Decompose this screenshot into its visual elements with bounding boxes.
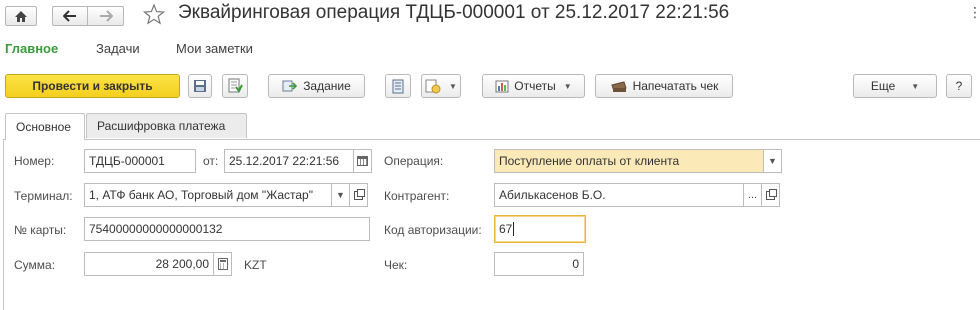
list-document-icon <box>392 79 404 93</box>
page-title: Эквайринговая операция ТДЦБ-000001 от 25… <box>178 2 730 23</box>
section-notes[interactable]: Мои заметки <box>176 41 253 56</box>
document-post-icon <box>228 78 243 93</box>
operation-dropdown-button[interactable]: ▼ <box>764 149 782 173</box>
arrow-left-icon <box>63 10 76 22</box>
open-form-icon <box>766 188 777 200</box>
sum-label: Сумма: <box>14 258 56 272</box>
structure-button[interactable] <box>385 74 411 98</box>
counterparty-select-button[interactable]: ... <box>744 183 762 207</box>
open-form-icon <box>354 188 365 200</box>
receipt-field[interactable]: 0 <box>494 252 584 276</box>
print-receipt-button[interactable]: Напечатать чек <box>595 74 733 98</box>
help-button[interactable]: ? <box>946 74 972 98</box>
chevron-down-icon: ▼ <box>563 81 572 91</box>
counterparty-open-button[interactable] <box>762 183 780 207</box>
terminal-dropdown-button[interactable]: ▼ <box>332 183 350 207</box>
currency-label: KZT <box>244 258 267 272</box>
more-button[interactable]: Еще ▼ <box>853 74 937 98</box>
terminal-field[interactable]: 1, АТФ банк АО, Торговый дом "Жастар" <box>84 183 332 207</box>
home-button[interactable] <box>5 6 37 26</box>
tab-main[interactable]: Основное <box>5 113 85 140</box>
vertical-dots-icon[interactable]: ⋮ <box>968 4 980 21</box>
chevron-down-icon: ▼ <box>911 81 920 91</box>
operation-label: Операция: <box>384 154 444 168</box>
panel-border <box>3 139 4 310</box>
calendar-icon <box>357 156 368 166</box>
chevron-down-icon: ▼ <box>336 190 345 200</box>
tab-payment-details[interactable]: Расшифровка платежа <box>86 113 247 138</box>
date-field[interactable]: 25.12.2017 22:21:56 <box>224 149 354 173</box>
terminal-label: Терминал: <box>14 189 73 203</box>
back-button[interactable] <box>52 6 88 26</box>
arrow-right-icon <box>99 10 113 22</box>
post-and-close-button[interactable]: Провести и закрыть <box>5 74 180 98</box>
forward-button[interactable] <box>88 6 124 26</box>
card-number-field[interactable]: 75400000000000000132 <box>84 217 370 241</box>
number-field[interactable]: ТДЦБ-000001 <box>84 149 196 173</box>
auth-code-value: 67 <box>499 222 513 236</box>
chevron-down-icon: ▼ <box>768 156 777 166</box>
bar-chart-icon <box>495 80 509 92</box>
section-main[interactable]: Главное <box>5 41 58 56</box>
ellipsis-icon: ... <box>747 189 758 201</box>
card-number-label: № карты: <box>14 223 67 237</box>
counterparty-label: Контрагент: <box>384 189 450 203</box>
auth-code-field[interactable]: 67 <box>494 215 586 243</box>
receipt-label: Чек: <box>384 258 408 272</box>
task-button[interactable]: Задание <box>268 74 365 98</box>
tab-divider <box>3 139 980 140</box>
reports-button[interactable]: Отчеты ▼ <box>482 74 585 98</box>
sum-field[interactable]: 28 200,00 <box>84 252 214 276</box>
task-button-label: Задание <box>303 79 351 93</box>
calculator-icon <box>217 258 228 270</box>
post-document-button[interactable] <box>222 74 248 98</box>
date-label: от: <box>203 154 219 168</box>
counterparty-field[interactable]: Абилькасенов Б.О. <box>494 183 744 207</box>
number-label: Номер: <box>14 154 55 168</box>
save-button[interactable] <box>188 74 212 98</box>
create-based-on-button[interactable]: ▼ <box>421 74 461 98</box>
text-caret <box>513 222 515 236</box>
auth-code-label: Код авторизации: <box>384 223 482 237</box>
chevron-down-icon: ▼ <box>449 81 457 91</box>
task-icon <box>282 80 298 92</box>
terminal-open-button[interactable] <box>350 183 368 207</box>
section-tasks[interactable]: Задачи <box>96 41 140 56</box>
calculator-button[interactable] <box>214 252 232 276</box>
print-receipt-label: Напечатать чек <box>632 79 719 93</box>
cash-register-icon <box>610 80 627 92</box>
floppy-disk-icon <box>194 80 206 92</box>
calendar-button[interactable] <box>354 149 372 173</box>
create-based-on-icon <box>425 79 441 93</box>
more-button-label: Еще <box>870 79 896 93</box>
operation-select[interactable]: Поступление оплаты от клиента <box>494 149 764 173</box>
favorite-star-icon[interactable] <box>142 3 166 28</box>
reports-button-label: Отчеты <box>514 79 556 93</box>
home-icon <box>15 10 27 22</box>
